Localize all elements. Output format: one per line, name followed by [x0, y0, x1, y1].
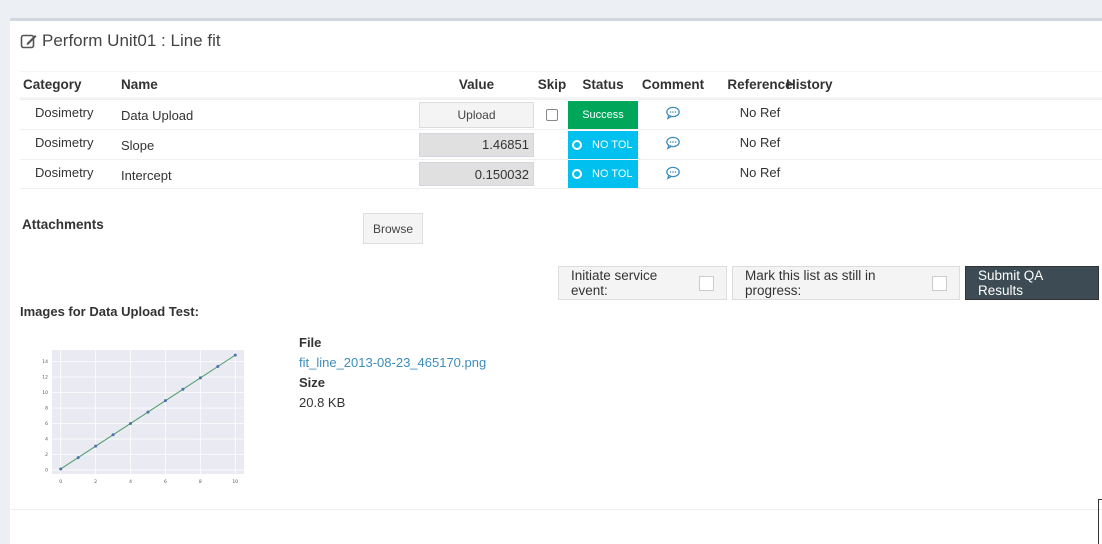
comment-icon[interactable] [665, 166, 681, 183]
file-label: File [299, 335, 322, 350]
y-tick-label: 6 [45, 421, 48, 427]
header-value: Value [458, 77, 495, 92]
x-tick-label: 2 [94, 479, 97, 485]
size-label: Size [299, 375, 326, 390]
status-badge: NO TOL [568, 160, 638, 188]
skip-checkbox[interactable] [546, 108, 558, 121]
data-point [59, 467, 63, 471]
row-name: Intercept [121, 167, 172, 183]
y-tick-label: 0 [45, 468, 48, 474]
initiate-service-checkbox[interactable] [699, 275, 714, 291]
y-tick-label: 2 [45, 452, 48, 458]
attachments-label: Attachments [22, 217, 104, 232]
data-point [146, 410, 150, 414]
qa-panel: Perform Unit01 : Line fit Category Name … [10, 18, 1102, 544]
top-band [0, 0, 1102, 18]
initiate-service-label: Initiate service event: [571, 268, 658, 298]
in-progress-checkbox[interactable] [932, 275, 947, 291]
x-tick-label: 4 [129, 479, 132, 485]
x-tick-label: 6 [164, 479, 167, 485]
circle-icon [572, 169, 582, 179]
data-point [94, 444, 98, 448]
size-value: 20.8 KB [299, 395, 346, 410]
x-tick-label: 8 [199, 479, 202, 485]
intercept-value-input[interactable]: 0.150032 [419, 162, 534, 186]
table-row: Dosimetry Data Upload Upload Success No … [20, 99, 1102, 129]
browse-button[interactable]: Browse [363, 213, 423, 244]
line-fit-thumbnail[interactable]: 0 2 4 6 8 10 0 2 4 6 8 10 12 14 [36, 346, 246, 491]
row-reference: No Ref [739, 135, 781, 150]
header-comment: Comment [641, 77, 705, 92]
data-point [129, 421, 133, 425]
header-category: Category [23, 77, 82, 92]
data-point [216, 365, 220, 369]
images-label: Images for Data Upload Test: [20, 304, 199, 319]
slope-value-input[interactable]: 1.46851 [419, 132, 534, 157]
header-name: Name [121, 77, 158, 92]
row-name: Data Upload [121, 108, 194, 123]
y-tick-label: 4 [45, 437, 48, 443]
data-point [76, 456, 80, 460]
page-title-text: Perform Unit01 : Line fit [42, 31, 221, 50]
row-reference: No Ref [739, 105, 781, 120]
status-text: NO TOL [592, 168, 633, 180]
row-name: Slope [121, 138, 155, 153]
data-point [111, 433, 115, 437]
data-point [181, 387, 185, 391]
table-row: Dosimetry Slope 1.46851 NO TOL No Ref [20, 129, 1102, 159]
row-category: Dosimetry [35, 135, 94, 150]
status-badge: NO TOL [568, 130, 638, 159]
comment-icon[interactable] [665, 136, 681, 153]
upload-button[interactable]: Upload [419, 101, 534, 128]
file-info: File fit_line_2013-08-23_465170.png Size… [299, 333, 486, 413]
x-tick-label: 0 [59, 479, 62, 485]
y-tick-label: 8 [45, 406, 48, 412]
y-tick-label: 14 [42, 359, 48, 365]
submit-qa-results-button[interactable]: Submit QA Results [965, 266, 1099, 300]
line-fit-chart: 0 2 4 6 8 10 0 2 4 6 8 10 12 14 [42, 350, 244, 485]
mark-in-progress-label: Mark this list as still in progress: [745, 268, 876, 298]
file-link[interactable]: fit_line_2013-08-23_465170.png [299, 353, 486, 373]
table-row: Dosimetry Intercept 0.150032 NO TOL No R… [20, 159, 1102, 189]
row-reference: No Ref [739, 165, 781, 180]
status-text: NO TOL [592, 138, 633, 151]
circle-icon [572, 139, 582, 150]
row-category: Dosimetry [35, 165, 94, 180]
mark-in-progress-button[interactable]: Mark this list as still in progress: [732, 266, 960, 300]
header-history: History [786, 77, 833, 92]
y-tick-label: 12 [42, 375, 48, 381]
divider [10, 509, 1102, 510]
x-tick-label: 10 [232, 479, 238, 485]
header-skip: Skip [537, 77, 567, 92]
scroll-edge [1098, 499, 1102, 544]
comment-icon[interactable] [665, 106, 681, 123]
initiate-service-event-button[interactable]: Initiate service event: [558, 266, 727, 300]
edit-icon [20, 32, 38, 50]
data-point [198, 376, 202, 380]
data-point [233, 353, 237, 357]
header-status: Status [582, 77, 624, 92]
page-title: Perform Unit01 : Line fit [20, 31, 221, 51]
status-badge: Success [568, 100, 638, 129]
table-header: Category Name Value Skip Status Comment … [20, 71, 1102, 99]
data-point [163, 399, 167, 403]
row-category: Dosimetry [35, 105, 94, 120]
y-tick-label: 10 [42, 390, 48, 396]
